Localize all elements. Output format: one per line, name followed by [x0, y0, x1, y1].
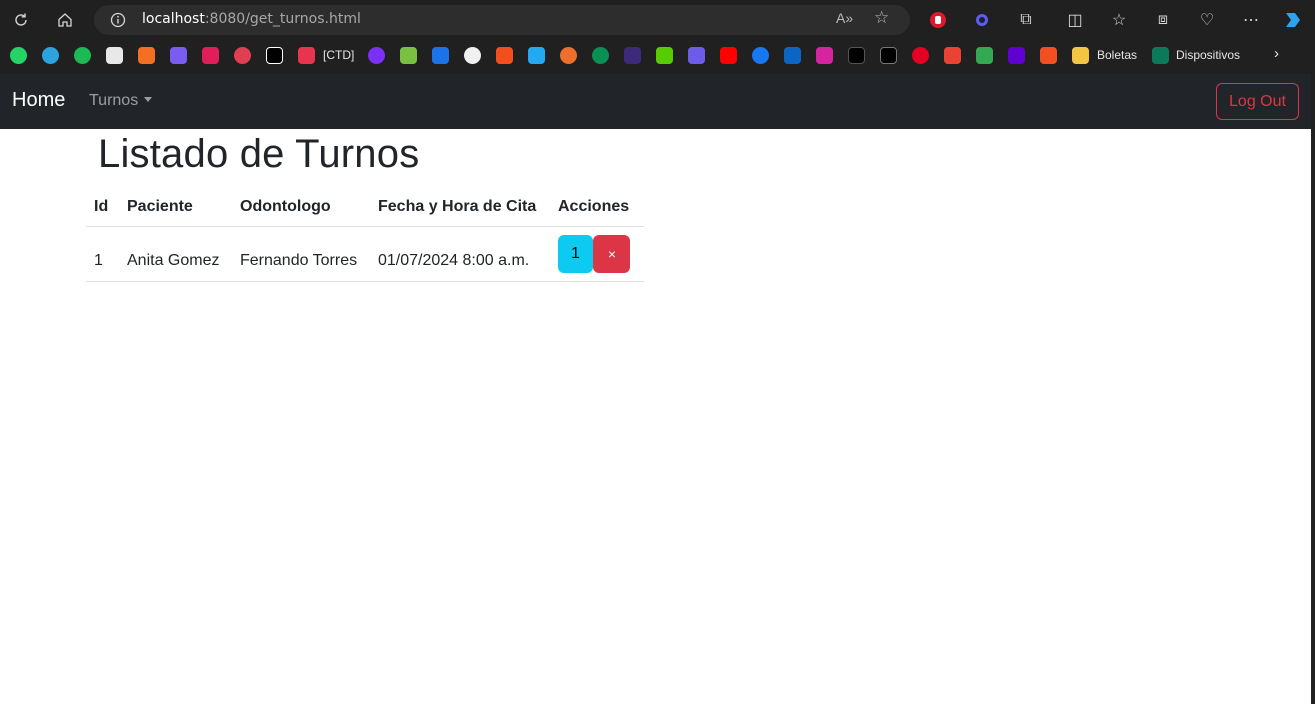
- instagram-icon[interactable]: [816, 47, 833, 64]
- linkedin-icon[interactable]: [784, 47, 801, 64]
- tiktok-icon[interactable]: [848, 47, 865, 64]
- extension-stop-icon[interactable]: [924, 6, 952, 34]
- yahoo-mail-icon[interactable]: [1008, 47, 1025, 64]
- logout-button[interactable]: Log Out: [1216, 83, 1299, 120]
- eye-icon[interactable]: [592, 47, 609, 64]
- more-menu-icon[interactable]: ⋯: [1237, 6, 1265, 34]
- postman-icon[interactable]: [560, 47, 577, 64]
- gemini-icon[interactable]: [170, 47, 187, 64]
- column-header-id: Id: [86, 188, 119, 227]
- r-logo-icon[interactable]: [624, 47, 641, 64]
- u-logo-icon[interactable]: [368, 47, 385, 64]
- cell-odontologo: Fernando Torres: [232, 226, 370, 282]
- column-header-odontologo: Odontologo: [232, 188, 370, 227]
- navbar: Home Turnos Log Out: [0, 74, 1311, 129]
- slack-icon[interactable]: [202, 47, 219, 64]
- navbar-brand-home[interactable]: Home: [12, 89, 65, 112]
- diamond-icon[interactable]: [400, 47, 417, 64]
- turnos-dropdown[interactable]: Turnos: [89, 92, 153, 110]
- info-icon[interactable]: [108, 10, 128, 30]
- vscode-icon[interactable]: [528, 47, 545, 64]
- chevron-right-icon[interactable]: ›: [1274, 45, 1279, 62]
- s-logo-icon[interactable]: [688, 47, 705, 64]
- k-logo-icon[interactable]: [1152, 47, 1169, 64]
- favorites-icon[interactable]: ☆: [1105, 6, 1133, 34]
- 1k-icon[interactable]: [234, 47, 251, 64]
- youtube-icon[interactable]: [720, 47, 737, 64]
- split-screen-icon[interactable]: ◫: [1061, 6, 1089, 34]
- dm-icon[interactable]: [266, 47, 283, 64]
- read-aloud-icon[interactable]: A»: [836, 10, 853, 26]
- duolingo-icon[interactable]: [656, 47, 673, 64]
- cell-acciones: 1 ×: [550, 226, 644, 282]
- bookmark-dispositivos[interactable]: Dispositivos: [1176, 48, 1240, 62]
- url-text[interactable]: localhost:8080/get_turnos.html: [142, 11, 361, 27]
- folder-icon[interactable]: [1072, 47, 1089, 64]
- edit-turno-button[interactable]: 1: [558, 234, 593, 273]
- browser-toolbar: localhost:8080/get_turnos.html A» ☆ ⧉ ◫ …: [0, 0, 1315, 40]
- bookmark-ctd[interactable]: [CTD]: [323, 48, 354, 62]
- page-title: Listado de Turnos: [98, 132, 420, 176]
- cell-fecha: 01/07/2024 8:00 a.m.: [370, 226, 550, 282]
- chatgpt-icon[interactable]: [106, 47, 123, 64]
- address-bar[interactable]: localhost:8080/get_turnos.html A» ☆: [94, 5, 910, 35]
- favorite-star-icon[interactable]: ☆: [874, 8, 889, 28]
- figma-icon[interactable]: [496, 47, 513, 64]
- bookmarks-bar: [CTD] Boletas Dispositivos ›: [0, 40, 1315, 72]
- table-header-row: Id Paciente Odontologo Fecha y Hora de C…: [86, 188, 644, 227]
- table-row: 1 Anita Gomez Fernando Torres 01/07/2024…: [86, 226, 644, 282]
- turnos-table: Id Paciente Odontologo Fecha y Hora de C…: [86, 188, 644, 282]
- window-icon[interactable]: [432, 47, 449, 64]
- gmail-icon[interactable]: [944, 47, 961, 64]
- column-header-fecha: Fecha y Hora de Cita: [370, 188, 550, 227]
- cell-paciente: Anita Gomez: [119, 226, 232, 282]
- url-host: localhost: [142, 11, 205, 27]
- page-viewport: Home Turnos Log Out Listado de Turnos Id…: [0, 74, 1311, 704]
- extensions-puzzle-icon[interactable]: ⧉: [1012, 6, 1040, 34]
- bookmark-boletas[interactable]: Boletas: [1097, 48, 1137, 62]
- x-icon[interactable]: [880, 47, 897, 64]
- microsoft-icon[interactable]: [976, 47, 993, 64]
- microsoft-grid-icon[interactable]: [1040, 47, 1057, 64]
- copilot-icon[interactable]: [1279, 6, 1307, 34]
- browser-essentials-icon[interactable]: ♡: [1193, 6, 1221, 34]
- m-logo-icon[interactable]: [138, 47, 155, 64]
- url-path: :8080/get_turnos.html: [204, 11, 361, 27]
- spotify-icon[interactable]: [74, 47, 91, 64]
- window-edge: [1311, 72, 1315, 704]
- heart-icon[interactable]: [298, 47, 315, 64]
- refresh-icon[interactable]: [7, 6, 35, 34]
- github-icon[interactable]: [464, 47, 481, 64]
- extension-gear-icon[interactable]: [968, 6, 996, 34]
- column-header-acciones: Acciones: [550, 188, 644, 227]
- column-header-paciente: Paciente: [119, 188, 232, 227]
- cell-id: 1: [86, 226, 119, 282]
- pinterest-icon[interactable]: [912, 47, 929, 64]
- telegram-icon[interactable]: [42, 47, 59, 64]
- home-icon[interactable]: [51, 6, 79, 34]
- facebook-icon[interactable]: [752, 47, 769, 64]
- collections-icon[interactable]: ⧈: [1149, 6, 1177, 34]
- turnos-dropdown-label: Turnos: [89, 92, 139, 109]
- delete-turno-button[interactable]: ×: [593, 234, 631, 273]
- whatsapp-icon[interactable]: [10, 47, 27, 64]
- caret-down-icon: [144, 97, 153, 102]
